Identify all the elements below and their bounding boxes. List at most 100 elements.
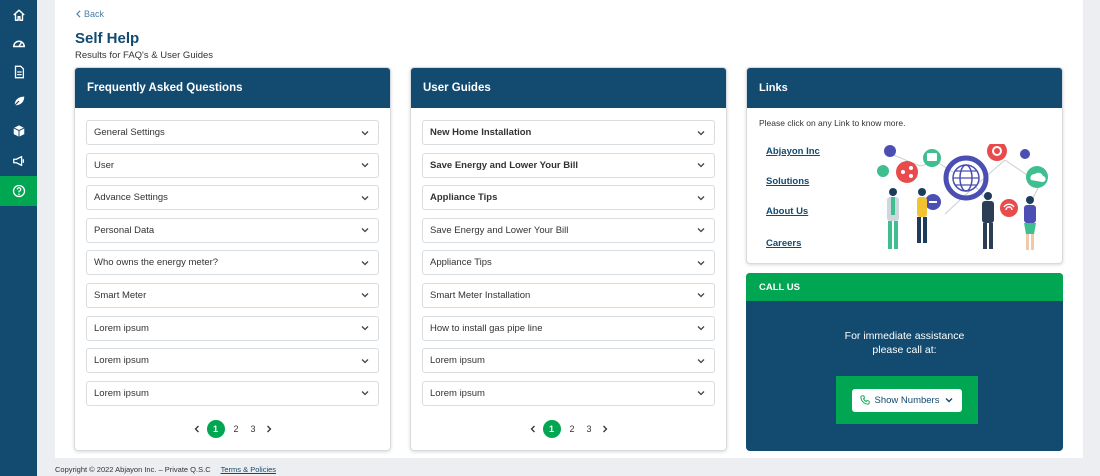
- faq-item[interactable]: Smart Meter: [86, 282, 379, 308]
- guides-card-title: User Guides: [411, 68, 726, 108]
- guides-item-label: Save Energy and Lower Your Bill: [430, 224, 569, 236]
- guides-item[interactable]: New Home Installation: [422, 120, 715, 145]
- link-careers[interactable]: Careers: [766, 238, 801, 249]
- faq-item[interactable]: Lorem ipsum: [86, 380, 379, 406]
- guides-item-label: Lorem ipsum: [430, 387, 485, 399]
- faq-item[interactable]: Personal Data: [86, 217, 379, 243]
- guides-item-label: New Home Installation: [430, 127, 532, 138]
- chevron-left-icon: [76, 10, 81, 18]
- nav-home[interactable]: [0, 0, 37, 30]
- guides-item[interactable]: How to install gas pipe line: [422, 315, 715, 341]
- guides-item-label: Smart Meter Installation: [430, 289, 531, 301]
- guides-pagination: 123: [411, 420, 726, 438]
- pagination-page[interactable]: 2: [564, 424, 581, 434]
- sidebar: [0, 0, 37, 476]
- links-illustration: [877, 144, 1048, 250]
- pagination-page[interactable]: 2: [228, 424, 245, 434]
- help-icon: [12, 184, 25, 198]
- nav-energy[interactable]: [0, 86, 37, 116]
- guides-list: New Home Installation Save Energy and Low…: [411, 108, 726, 406]
- faq-card: Frequently Asked Questions General Setti…: [74, 67, 391, 451]
- faq-item-label: Personal Data: [94, 224, 155, 236]
- guides-item[interactable]: Appliance Tips: [422, 185, 715, 211]
- guides-item[interactable]: Save Energy and Lower Your Bill: [422, 217, 715, 243]
- copyright-text: Copyright © 2022 Abjayon Inc. – Private …: [55, 465, 211, 474]
- call-us-line-1: For immediate assistance: [844, 330, 965, 342]
- pagination-page[interactable]: 1: [206, 420, 225, 438]
- faq-list: General Settings User Advance Settings Pers…: [75, 108, 390, 406]
- chevron-down-icon: [361, 195, 369, 201]
- guides-item[interactable]: Lorem ipsum: [422, 380, 715, 406]
- chevron-down-icon: [361, 163, 369, 168]
- pagination-page[interactable]: 3: [581, 424, 598, 434]
- leaf-icon: [12, 96, 24, 108]
- faq-item[interactable]: User: [86, 152, 379, 178]
- phone-icon: [859, 395, 870, 405]
- faq-item[interactable]: Advance Settings: [86, 185, 379, 211]
- guides-item[interactable]: Appliance Tips: [422, 250, 715, 276]
- chevron-down-icon: [945, 398, 953, 403]
- call-us-text: For immediate assistance please call at:: [746, 329, 1063, 357]
- nav-meter[interactable]: [0, 28, 37, 58]
- guides-item-label: Lorem ipsum: [430, 355, 485, 367]
- call-us-line-2: please call at:: [872, 344, 937, 356]
- guides-item-label: Appliance Tips: [430, 192, 498, 204]
- nav-help[interactable]: [0, 176, 37, 206]
- back-label: Back: [84, 9, 105, 19]
- show-numbers-label: Show Numbers: [874, 394, 940, 406]
- page-title: Self Help: [75, 30, 140, 47]
- faq-item-label: User: [94, 159, 115, 171]
- document-icon: [14, 65, 24, 79]
- chevron-down-icon: [697, 228, 705, 233]
- chevron-down-icon: [361, 228, 369, 233]
- back-link[interactable]: Back: [75, 9, 104, 19]
- call-us-title: CALL US: [746, 273, 1063, 301]
- guides-item[interactable]: Lorem ipsum: [422, 348, 715, 374]
- nav-announcements[interactable]: [0, 146, 37, 176]
- faq-item[interactable]: Lorem ipsum: [86, 315, 379, 341]
- guides-item[interactable]: Save Energy and Lower Your Bill: [422, 152, 715, 178]
- meter-icon: [12, 40, 25, 48]
- show-numbers-button[interactable]: Show Numbers: [852, 388, 962, 412]
- chevron-down-icon: [697, 326, 705, 331]
- faq-pagination: 123: [75, 420, 390, 438]
- main-content: Back Self Help Results for FAQ's & User …: [55, 0, 1083, 458]
- links-card: Links Please click on any Link to know m…: [746, 67, 1063, 264]
- terms-link[interactable]: Terms & Policies: [221, 465, 276, 474]
- link-abjayon[interactable]: Abjayon Inc: [766, 146, 820, 157]
- link-about-us[interactable]: About Us: [766, 206, 808, 217]
- guides-item[interactable]: Smart Meter Installation: [422, 282, 715, 308]
- chevron-down-icon: [361, 358, 369, 364]
- pagination-next[interactable]: [598, 425, 612, 433]
- faq-item-label: Lorem ipsum: [94, 387, 149, 399]
- faq-item-label: Advance Settings: [94, 192, 168, 204]
- nav-products[interactable]: [0, 116, 37, 146]
- pagination-page[interactable]: 1: [542, 420, 561, 438]
- pagination-prev[interactable]: [190, 425, 204, 433]
- chevron-down-icon: [697, 163, 705, 168]
- home-icon: [12, 9, 25, 21]
- faq-item[interactable]: Who owns the energy meter?: [86, 250, 379, 276]
- faq-item[interactable]: General Settings: [86, 120, 379, 145]
- chevron-down-icon: [361, 293, 369, 298]
- guides-card: User Guides New Home Installation Save En…: [410, 67, 727, 451]
- nav-documents[interactable]: [0, 57, 37, 87]
- footer: Copyright © 2022 Abjayon Inc. – Private …: [55, 465, 276, 474]
- faq-item-label: Lorem ipsum: [94, 355, 149, 367]
- chevron-left-icon: [194, 425, 199, 433]
- pagination-prev[interactable]: [526, 425, 540, 433]
- page-subtitle: Results for FAQ's & User Guides: [75, 50, 214, 61]
- chevron-right-icon: [266, 425, 271, 433]
- chevron-down-icon: [361, 130, 369, 135]
- call-us-card: CALL US For immediate assistance please …: [746, 273, 1063, 451]
- links-intro: Please click on any Link to know more.: [759, 118, 906, 128]
- guides-item-label: Appliance Tips: [430, 257, 492, 269]
- chevron-down-icon: [697, 260, 705, 266]
- faq-item[interactable]: Lorem ipsum: [86, 348, 379, 374]
- chevron-down-icon: [697, 293, 705, 298]
- pagination-next[interactable]: [262, 425, 276, 433]
- faq-card-title: Frequently Asked Questions: [75, 68, 390, 108]
- link-solutions[interactable]: Solutions: [766, 176, 809, 187]
- chevron-down-icon: [697, 195, 705, 201]
- pagination-page[interactable]: 3: [245, 424, 262, 434]
